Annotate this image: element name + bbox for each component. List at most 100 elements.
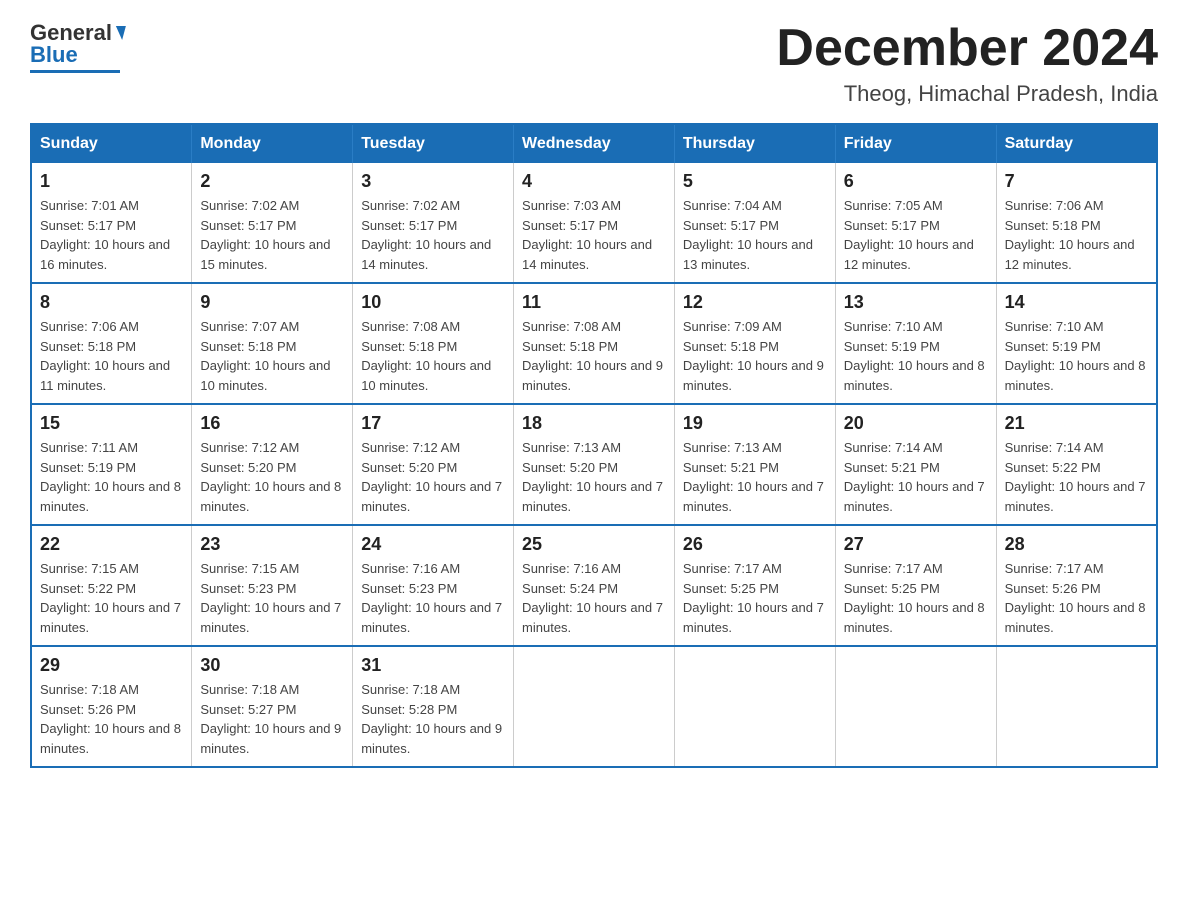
day-info: Sunrise: 7:13 AM Sunset: 5:20 PM Dayligh… [522, 438, 666, 516]
day-info: Sunrise: 7:17 AM Sunset: 5:25 PM Dayligh… [683, 559, 827, 637]
calendar-cell: 1 Sunrise: 7:01 AM Sunset: 5:17 PM Dayli… [31, 163, 192, 283]
day-info: Sunrise: 7:07 AM Sunset: 5:18 PM Dayligh… [200, 317, 344, 395]
day-number: 27 [844, 534, 988, 555]
day-info: Sunrise: 7:08 AM Sunset: 5:18 PM Dayligh… [522, 317, 666, 395]
day-info: Sunrise: 7:18 AM Sunset: 5:26 PM Dayligh… [40, 680, 183, 758]
day-number: 2 [200, 171, 344, 192]
day-number: 14 [1005, 292, 1148, 313]
day-number: 17 [361, 413, 505, 434]
week-row-2: 8 Sunrise: 7:06 AM Sunset: 5:18 PM Dayli… [31, 283, 1157, 404]
calendar-cell: 25 Sunrise: 7:16 AM Sunset: 5:24 PM Dayl… [514, 525, 675, 646]
calendar-cell: 11 Sunrise: 7:08 AM Sunset: 5:18 PM Dayl… [514, 283, 675, 404]
logo-blue-text: Blue [30, 42, 78, 68]
day-number: 26 [683, 534, 827, 555]
day-number: 21 [1005, 413, 1148, 434]
day-number: 5 [683, 171, 827, 192]
calendar-cell: 26 Sunrise: 7:17 AM Sunset: 5:25 PM Dayl… [674, 525, 835, 646]
header-monday: Monday [192, 124, 353, 163]
calendar-cell: 7 Sunrise: 7:06 AM Sunset: 5:18 PM Dayli… [996, 163, 1157, 283]
calendar-cell: 8 Sunrise: 7:06 AM Sunset: 5:18 PM Dayli… [31, 283, 192, 404]
day-info: Sunrise: 7:05 AM Sunset: 5:17 PM Dayligh… [844, 196, 988, 274]
calendar-cell: 17 Sunrise: 7:12 AM Sunset: 5:20 PM Dayl… [353, 404, 514, 525]
calendar-cell: 23 Sunrise: 7:15 AM Sunset: 5:23 PM Dayl… [192, 525, 353, 646]
calendar-cell: 3 Sunrise: 7:02 AM Sunset: 5:17 PM Dayli… [353, 163, 514, 283]
day-info: Sunrise: 7:04 AM Sunset: 5:17 PM Dayligh… [683, 196, 827, 274]
title-area: December 2024 Theog, Himachal Pradesh, I… [776, 20, 1158, 107]
calendar-cell: 22 Sunrise: 7:15 AM Sunset: 5:22 PM Dayl… [31, 525, 192, 646]
calendar-cell: 24 Sunrise: 7:16 AM Sunset: 5:23 PM Dayl… [353, 525, 514, 646]
day-info: Sunrise: 7:16 AM Sunset: 5:24 PM Dayligh… [522, 559, 666, 637]
calendar-cell: 20 Sunrise: 7:14 AM Sunset: 5:21 PM Dayl… [835, 404, 996, 525]
header-wednesday: Wednesday [514, 124, 675, 163]
page-header: General Blue December 2024 Theog, Himach… [30, 20, 1158, 107]
header-thursday: Thursday [674, 124, 835, 163]
calendar-cell: 28 Sunrise: 7:17 AM Sunset: 5:26 PM Dayl… [996, 525, 1157, 646]
header-sunday: Sunday [31, 124, 192, 163]
week-row-4: 22 Sunrise: 7:15 AM Sunset: 5:22 PM Dayl… [31, 525, 1157, 646]
calendar-cell: 30 Sunrise: 7:18 AM Sunset: 5:27 PM Dayl… [192, 646, 353, 767]
header-tuesday: Tuesday [353, 124, 514, 163]
day-info: Sunrise: 7:02 AM Sunset: 5:17 PM Dayligh… [361, 196, 505, 274]
day-number: 9 [200, 292, 344, 313]
calendar-cell: 16 Sunrise: 7:12 AM Sunset: 5:20 PM Dayl… [192, 404, 353, 525]
day-info: Sunrise: 7:14 AM Sunset: 5:21 PM Dayligh… [844, 438, 988, 516]
calendar-cell: 27 Sunrise: 7:17 AM Sunset: 5:25 PM Dayl… [835, 525, 996, 646]
day-info: Sunrise: 7:09 AM Sunset: 5:18 PM Dayligh… [683, 317, 827, 395]
location-subtitle: Theog, Himachal Pradesh, India [776, 81, 1158, 107]
day-number: 12 [683, 292, 827, 313]
day-number: 29 [40, 655, 183, 676]
logo: General Blue [30, 20, 124, 73]
day-number: 10 [361, 292, 505, 313]
calendar-cell: 2 Sunrise: 7:02 AM Sunset: 5:17 PM Dayli… [192, 163, 353, 283]
week-row-1: 1 Sunrise: 7:01 AM Sunset: 5:17 PM Dayli… [31, 163, 1157, 283]
day-number: 28 [1005, 534, 1148, 555]
day-info: Sunrise: 7:08 AM Sunset: 5:18 PM Dayligh… [361, 317, 505, 395]
day-number: 19 [683, 413, 827, 434]
calendar-table: SundayMondayTuesdayWednesdayThursdayFrid… [30, 123, 1158, 768]
day-number: 6 [844, 171, 988, 192]
day-number: 22 [40, 534, 183, 555]
calendar-cell: 31 Sunrise: 7:18 AM Sunset: 5:28 PM Dayl… [353, 646, 514, 767]
day-number: 16 [200, 413, 344, 434]
day-number: 1 [40, 171, 183, 192]
calendar-cell: 18 Sunrise: 7:13 AM Sunset: 5:20 PM Dayl… [514, 404, 675, 525]
day-number: 11 [522, 292, 666, 313]
calendar-cell: 21 Sunrise: 7:14 AM Sunset: 5:22 PM Dayl… [996, 404, 1157, 525]
calendar-cell: 6 Sunrise: 7:05 AM Sunset: 5:17 PM Dayli… [835, 163, 996, 283]
calendar-cell [674, 646, 835, 767]
day-info: Sunrise: 7:06 AM Sunset: 5:18 PM Dayligh… [1005, 196, 1148, 274]
day-info: Sunrise: 7:01 AM Sunset: 5:17 PM Dayligh… [40, 196, 183, 274]
day-number: 4 [522, 171, 666, 192]
day-number: 24 [361, 534, 505, 555]
calendar-cell [996, 646, 1157, 767]
day-info: Sunrise: 7:17 AM Sunset: 5:25 PM Dayligh… [844, 559, 988, 637]
calendar-cell [835, 646, 996, 767]
day-info: Sunrise: 7:15 AM Sunset: 5:23 PM Dayligh… [200, 559, 344, 637]
calendar-cell: 4 Sunrise: 7:03 AM Sunset: 5:17 PM Dayli… [514, 163, 675, 283]
day-number: 23 [200, 534, 344, 555]
day-info: Sunrise: 7:12 AM Sunset: 5:20 PM Dayligh… [200, 438, 344, 516]
calendar-cell: 9 Sunrise: 7:07 AM Sunset: 5:18 PM Dayli… [192, 283, 353, 404]
calendar-cell: 13 Sunrise: 7:10 AM Sunset: 5:19 PM Dayl… [835, 283, 996, 404]
calendar-cell: 29 Sunrise: 7:18 AM Sunset: 5:26 PM Dayl… [31, 646, 192, 767]
day-number: 31 [361, 655, 505, 676]
logo-triangle-icon [112, 26, 126, 40]
header-saturday: Saturday [996, 124, 1157, 163]
logo-underline [30, 70, 120, 73]
day-info: Sunrise: 7:14 AM Sunset: 5:22 PM Dayligh… [1005, 438, 1148, 516]
day-info: Sunrise: 7:06 AM Sunset: 5:18 PM Dayligh… [40, 317, 183, 395]
day-number: 13 [844, 292, 988, 313]
day-number: 25 [522, 534, 666, 555]
day-info: Sunrise: 7:13 AM Sunset: 5:21 PM Dayligh… [683, 438, 827, 516]
day-info: Sunrise: 7:18 AM Sunset: 5:28 PM Dayligh… [361, 680, 505, 758]
calendar-cell: 10 Sunrise: 7:08 AM Sunset: 5:18 PM Dayl… [353, 283, 514, 404]
header-friday: Friday [835, 124, 996, 163]
day-number: 15 [40, 413, 183, 434]
day-info: Sunrise: 7:11 AM Sunset: 5:19 PM Dayligh… [40, 438, 183, 516]
calendar-cell: 15 Sunrise: 7:11 AM Sunset: 5:19 PM Dayl… [31, 404, 192, 525]
day-number: 3 [361, 171, 505, 192]
calendar-cell: 12 Sunrise: 7:09 AM Sunset: 5:18 PM Dayl… [674, 283, 835, 404]
day-info: Sunrise: 7:16 AM Sunset: 5:23 PM Dayligh… [361, 559, 505, 637]
day-info: Sunrise: 7:12 AM Sunset: 5:20 PM Dayligh… [361, 438, 505, 516]
day-info: Sunrise: 7:15 AM Sunset: 5:22 PM Dayligh… [40, 559, 183, 637]
